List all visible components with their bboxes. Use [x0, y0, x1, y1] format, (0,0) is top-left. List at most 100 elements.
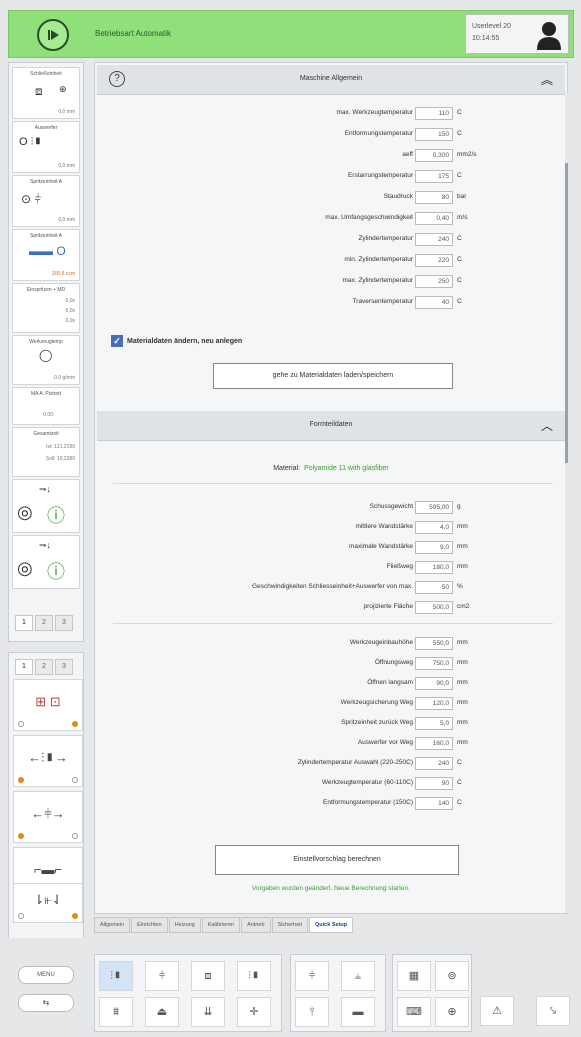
mold-function-icon[interactable]: ⫶▮	[99, 961, 133, 991]
dial-function-icon[interactable]: ⊚	[435, 961, 469, 991]
status-page-2[interactable]: 2	[35, 615, 53, 631]
tab-calibrate[interactable]: Kalibrieren	[201, 917, 241, 933]
part-field-input[interactable]: 595,00	[415, 501, 453, 514]
part-field-unit: cm2	[457, 603, 470, 610]
tab-heating[interactable]: Heizung	[168, 917, 201, 933]
status-signal-2[interactable]: ⇁↓ ◎ ⓘ	[12, 535, 80, 589]
part-setting-input[interactable]: 90,0	[415, 677, 453, 690]
machine-field-input[interactable]: 250	[415, 275, 453, 288]
machine-field-unit: bar	[457, 193, 467, 200]
warning-icon[interactable]: ⚠	[480, 996, 514, 1026]
section-header-machine[interactable]: ? Maschine Allgemein ︽	[97, 65, 565, 95]
nozzle-function-icon[interactable]: ⫨	[341, 961, 375, 991]
status-ma-a[interactable]: MA A: Pistrett 0,00	[12, 387, 80, 425]
status-screw[interactable]: Spritzeinheit A ▬▬ O 200,6 ccm	[12, 229, 80, 281]
tab-general[interactable]: Allgemein	[94, 917, 131, 933]
cross-function-icon[interactable]: ✛	[237, 997, 271, 1027]
clock-label: 10:14:55	[472, 35, 500, 42]
scrollbar-thumb[interactable]	[565, 163, 568, 463]
tab-setup[interactable]: Einrichten	[131, 917, 168, 933]
change-material-checkbox[interactable]: ✓ Materialdaten ändern, neu anlegen	[111, 335, 242, 347]
part-setting-label: Öffnen langsam	[367, 679, 413, 686]
machine-field-input[interactable]: 0,300	[415, 149, 453, 162]
recalc-hint: Vorgaben wurden geändert. Neue Berechnun…	[252, 885, 410, 892]
part-setting-row: Spritzeinheit zurück Weg 5,0 mm	[97, 717, 565, 731]
machine-field-input[interactable]: 80	[415, 191, 453, 204]
tool-page-1[interactable]: 1	[15, 659, 33, 675]
status-page-3[interactable]: 3	[55, 615, 73, 631]
part-field-input[interactable]: 180,0	[415, 561, 453, 574]
mask-function-icon[interactable]: ⩩	[99, 997, 133, 1027]
part-field-input[interactable]: 9,0	[415, 541, 453, 554]
machine-field-input[interactable]: 0,40	[415, 212, 453, 225]
tab-safety[interactable]: Sicherheit	[271, 917, 309, 933]
robot-function-icon[interactable]: ⌨	[397, 997, 431, 1027]
part-field-input[interactable]: 50	[415, 581, 453, 594]
part-field-row: Geschwindigkeiten Schliesseinheit+Auswer…	[97, 581, 565, 595]
status-signal-1[interactable]: ⇁↓ ◎ ⓘ	[12, 479, 80, 533]
status-injection-unit[interactable]: Spritzeinheit A ⊙ ⫩ 0,0 mm	[12, 175, 80, 227]
part-setting-input[interactable]: 90	[415, 777, 453, 790]
part-setting-input[interactable]: 120,0	[415, 697, 453, 710]
part-setting-input[interactable]: 550,0	[415, 637, 453, 650]
status-total-time[interactable]: Gesamtzeit Ist: 121,2190 Soll: 10,2280	[12, 427, 80, 477]
part-field-unit: %	[457, 583, 463, 590]
tool-mold-close[interactable]: ⊞ ⊡	[13, 679, 83, 731]
tool-core[interactable]: ⇂⫦⇃	[13, 883, 83, 923]
machine-field-label: max. Werkzeugtemperatur	[336, 109, 413, 116]
part-setting-input[interactable]: 240	[415, 757, 453, 770]
part-field-input[interactable]: 500,0	[415, 601, 453, 614]
menu-button[interactable]: MENU	[18, 966, 74, 984]
section-header-part[interactable]: Formteildaten ︿	[97, 411, 565, 441]
monitor-function-icon[interactable]: ▦	[397, 961, 431, 991]
bottom-bar: MENU ⇆ ⫶▮ ⫩ ⧈ ⫶▮ ⩩ ⏏ ⇊ ✛ ⫩ ⫨ ⫯ ▬ ▦ ⊚ ⌨ ⊕…	[0, 938, 581, 1037]
status-mold-temp[interactable]: Werkzeugtemp ◯ 0,0 g/mm	[12, 335, 80, 385]
part-setting-row: Öffnen langsam 90,0 mm	[97, 677, 565, 691]
part-setting-input[interactable]: 160,0	[415, 737, 453, 750]
part-setting-input[interactable]: 750,0	[415, 657, 453, 670]
part-setting-row: Entformungstemperatur (150C) 140 C	[97, 797, 565, 811]
tool-page-2[interactable]: 2	[35, 659, 53, 675]
machine-field-input[interactable]: 220	[415, 254, 453, 267]
tool-nozzle[interactable]: ←⫩→	[13, 791, 83, 843]
status-ejector[interactable]: Auswerfer O ⫶▮ 0,0 mm	[12, 121, 80, 173]
machine-field-input[interactable]: 175	[415, 170, 453, 183]
screw-function-icon[interactable]: ▬	[341, 997, 375, 1027]
tab-drive[interactable]: Antrieb	[241, 917, 271, 933]
user-box[interactable]: Userlevel 20 10:14:55	[465, 14, 569, 54]
status-page-selector: 1 2 3	[15, 615, 73, 631]
status-page-1[interactable]: 1	[15, 615, 33, 631]
part-setting-input[interactable]: 140	[415, 797, 453, 810]
goto-material-button[interactable]: gehe zu Materialdaten laden/speichern	[213, 363, 453, 389]
switch-screen-button[interactable]: ⇆	[18, 994, 74, 1012]
part-setting-row: Werkzeugeinbauhöhe 550,0 mm	[97, 637, 565, 651]
tab-quick-setup[interactable]: Quick Setup	[309, 917, 354, 933]
ejector-function-icon[interactable]: ⫶▮	[237, 961, 271, 991]
part-field-input[interactable]: 4,0	[415, 521, 453, 534]
start-button[interactable]	[37, 19, 69, 51]
status-injection-md[interactable]: Einspritzen + MD 0,0s 0,0s 0,0s	[12, 283, 80, 333]
section-title-machine: Maschine Allgemein	[299, 75, 363, 82]
target-function-icon[interactable]: ⊕	[435, 997, 469, 1027]
machine-field-input[interactable]: 40	[415, 296, 453, 309]
collapse-chevron-icon[interactable]: ︿	[541, 417, 553, 434]
service-icon[interactable]: ⤥	[536, 996, 570, 1026]
machine-field-input[interactable]: 240	[415, 233, 453, 246]
tool-page-3[interactable]: 3	[55, 659, 73, 675]
collapse-double-chevron-icon[interactable]: ︽	[541, 71, 553, 88]
calculate-button[interactable]: Einstellvorschlag berechnen	[215, 845, 459, 875]
dosing-function-icon[interactable]: ⫩	[295, 961, 329, 991]
flow-function-icon[interactable]: ⇊	[191, 997, 225, 1027]
weight-function-icon[interactable]: ⏏	[145, 997, 179, 1027]
machine-field-input[interactable]: 150	[415, 128, 453, 141]
status-clamp-unit[interactable]: Schließeinheit ⧈ ⊕ 0,0 mm	[12, 67, 80, 119]
material-value: Polyamide 11 with glasfiber	[304, 465, 389, 472]
injection-function-icon[interactable]: ⫩	[145, 961, 179, 991]
tool-ejector[interactable]: ←⫶▮→	[13, 735, 83, 787]
temp-function-icon[interactable]: ⫯	[295, 997, 329, 1027]
sensor-on-icon: ⓘ	[47, 506, 65, 526]
clamp-function-icon[interactable]: ⧈	[191, 961, 225, 991]
part-setting-unit: mm	[457, 719, 468, 726]
part-setting-input[interactable]: 5,0	[415, 717, 453, 730]
machine-field-input[interactable]: 110	[415, 107, 453, 120]
